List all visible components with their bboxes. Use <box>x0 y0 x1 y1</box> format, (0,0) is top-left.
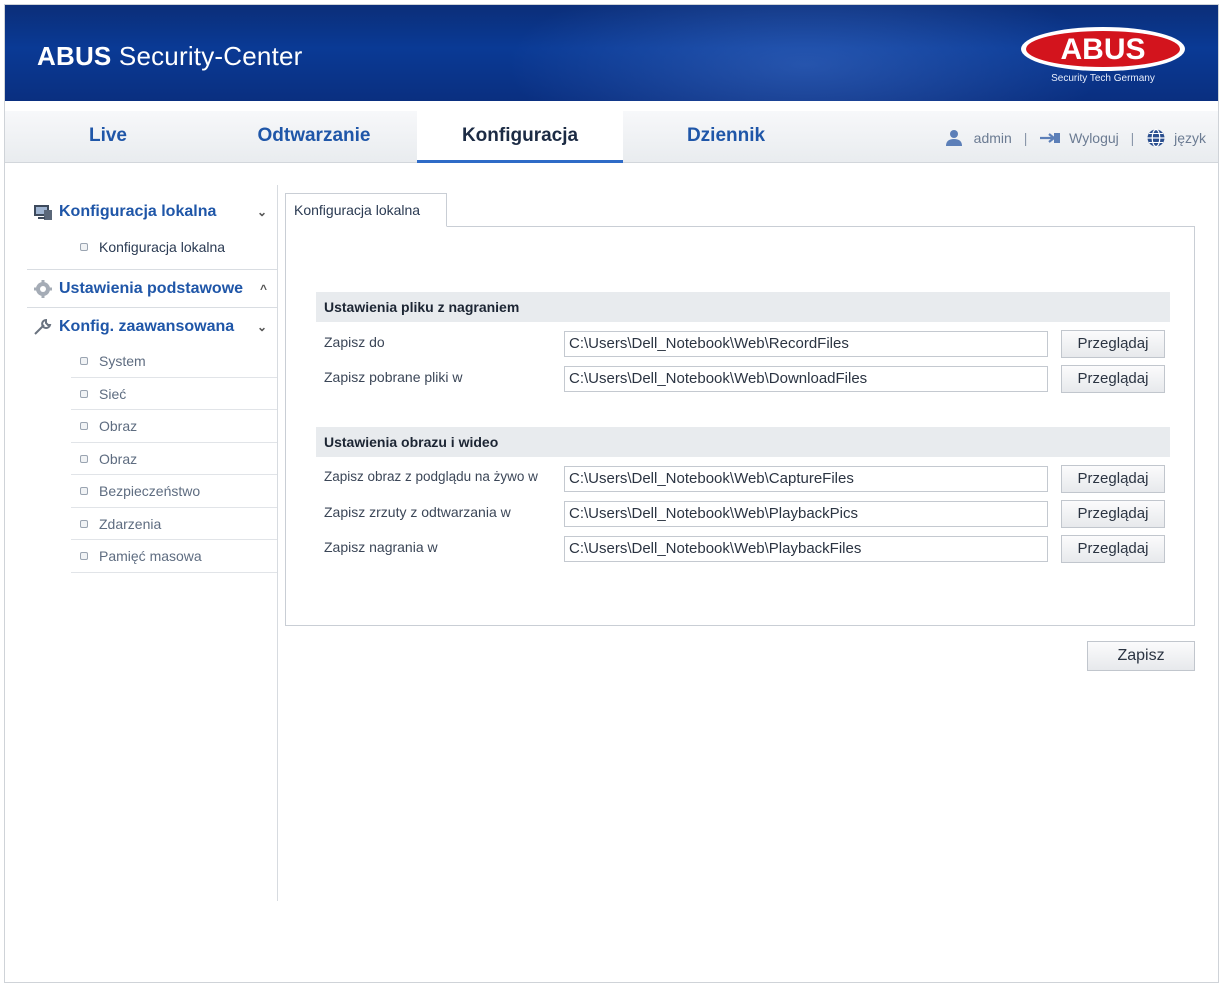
logout-link[interactable]: Wyloguj <box>1069 130 1119 146</box>
username: admin <box>973 130 1012 147</box>
browse-button[interactable]: Przeglądaj <box>1061 535 1165 563</box>
tab-konfiguracja[interactable]: Konfiguracja <box>417 111 623 163</box>
sidebar-item-image-2[interactable]: Obraz <box>71 443 277 475</box>
sidebar-section-advanced-config[interactable]: Konfig. zaawansowana ⌄ <box>27 307 277 345</box>
language-link[interactable]: język <box>1174 130 1206 146</box>
sidebar-item-system[interactable]: System <box>71 345 277 378</box>
chevron-down-icon: ⌄ <box>256 320 267 334</box>
main-nav: Live Odtwarzanie Konfiguracja Dziennik a… <box>5 111 1218 163</box>
tab-dziennik[interactable]: Dziennik <box>623 111 829 163</box>
chevron-down-icon: ⌄ <box>256 205 267 219</box>
row-label: Zapisz do <box>324 334 385 350</box>
tab-live[interactable]: Live <box>5 111 211 163</box>
bullet-icon <box>80 552 88 560</box>
bullet-icon <box>80 454 88 463</box>
download-path-field[interactable]: C:\Users\Dell_Notebook\Web\DownloadFiles <box>564 366 1048 392</box>
abus-logo: ABUS <box>1021 27 1185 71</box>
chevron-up-icon: ^ <box>259 282 267 296</box>
logout-icon[interactable] <box>1039 132 1061 144</box>
capture-path-field[interactable]: C:\Users\Dell_Notebook\Web\CaptureFiles <box>564 466 1048 492</box>
record-path-field[interactable]: C:\Users\Dell_Notebook\Web\RecordFiles <box>564 331 1048 357</box>
row-label: Zapisz obraz z podglądu na żywo w <box>324 469 538 484</box>
bullet-icon <box>80 357 88 365</box>
sidebar-item-image[interactable]: Obraz <box>71 410 277 443</box>
row-label: Zapisz pobrane pliki w <box>324 369 463 385</box>
browse-button[interactable]: Przeglądaj <box>1061 330 1165 358</box>
app-title: ABUS Security-Center <box>37 41 303 71</box>
bullet-icon <box>80 243 88 251</box>
sidebar-item-security[interactable]: Bezpieczeństwo <box>71 475 277 508</box>
monitor-icon <box>34 205 52 220</box>
save-button[interactable]: Zapisz <box>1087 641 1195 671</box>
settings-panel: Ustawienia pliku z nagraniem Zapisz do C… <box>285 226 1195 626</box>
sidebar-divider <box>277 185 278 901</box>
gear-icon <box>34 280 52 298</box>
browse-button[interactable]: Przeglądaj <box>1061 500 1165 528</box>
svg-text:ABUS: ABUS <box>1060 33 1145 66</box>
content-tabbar: Konfiguracja lokalna <box>285 193 1195 227</box>
app-frame: ABUS Security-Center ABUS Security Tech … <box>4 4 1219 983</box>
row-label: Zapisz nagrania w <box>324 539 438 555</box>
browse-button[interactable]: Przeglądaj <box>1061 365 1165 393</box>
tab-local-config[interactable]: Konfiguracja lokalna <box>285 193 447 227</box>
tab-odtwarzanie[interactable]: Odtwarzanie <box>211 111 417 163</box>
sidebar-section-basic-settings[interactable]: Ustawienia podstawowe ^ <box>27 269 277 307</box>
sidebar-section-local-config[interactable]: Konfiguracja lokalna ⌄ <box>27 193 277 231</box>
group-image-video-title: Ustawienia obrazu i wideo <box>316 427 1170 457</box>
sidebar-item-network[interactable]: Sieć <box>71 378 277 410</box>
bullet-icon <box>80 422 88 430</box>
sidebar: Konfiguracja lokalna ⌄ Konfiguracja loka… <box>27 193 277 573</box>
group-record-files-title: Ustawienia pliku z nagraniem <box>316 292 1170 322</box>
sidebar-item-storage[interactable]: Pamięć masowa <box>71 540 277 573</box>
bullet-icon <box>80 519 88 528</box>
sidebar-item-events[interactable]: Zdarzenia <box>71 508 277 540</box>
playback-files-path-field[interactable]: C:\Users\Dell_Notebook\Web\PlaybackFiles <box>564 536 1048 562</box>
wrench-icon <box>34 318 52 335</box>
row-label: Zapisz zrzuty z odtwarzania w <box>324 504 511 520</box>
globe-icon[interactable] <box>1146 128 1166 148</box>
app-header: ABUS Security-Center ABUS Security Tech … <box>5 5 1218 101</box>
bullet-icon <box>80 389 88 398</box>
sidebar-item-local-config[interactable]: Konfiguracja lokalna <box>71 231 277 265</box>
bullet-icon <box>80 487 88 495</box>
playback-pics-path-field[interactable]: C:\Users\Dell_Notebook\Web\PlaybackPics <box>564 501 1048 527</box>
user-area: admin | Wyloguj | język <box>944 111 1206 163</box>
logo-tagline: Security Tech Germany <box>1051 73 1155 84</box>
user-icon <box>945 130 962 147</box>
browse-button[interactable]: Przeglądaj <box>1061 465 1165 493</box>
